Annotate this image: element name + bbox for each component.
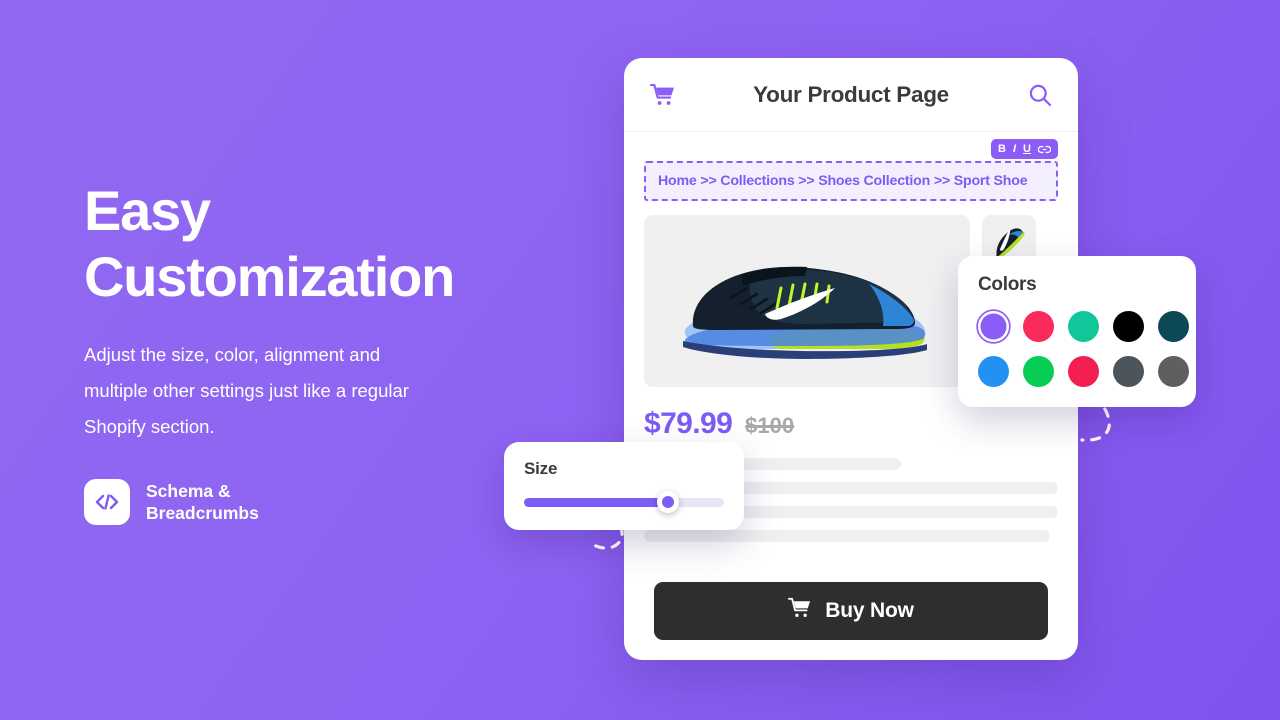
marketing-copy-panel: Easy Customization Adjust the size, colo… bbox=[84, 178, 554, 526]
bold-button[interactable]: B bbox=[998, 143, 1006, 155]
color-swatch-gray[interactable] bbox=[1158, 356, 1189, 387]
text-format-toolbar[interactable]: B I U bbox=[991, 139, 1058, 159]
shopping-cart-icon bbox=[788, 597, 812, 625]
color-swatch-row bbox=[978, 356, 1189, 387]
price-row: $79.99 $100 bbox=[644, 407, 1058, 441]
search-icon[interactable] bbox=[1028, 83, 1052, 107]
slider-knob[interactable] bbox=[657, 491, 679, 513]
headline-line-1: Easy bbox=[84, 179, 211, 242]
original-price: $100 bbox=[745, 413, 795, 438]
buy-now-button[interactable]: Buy Now bbox=[654, 582, 1048, 640]
italic-button[interactable]: I bbox=[1013, 143, 1016, 155]
headline-line-2: Customization bbox=[84, 245, 455, 309]
feature-badge-label: Schema & Breadcrumbs bbox=[146, 480, 259, 524]
color-swatch-dark-teal[interactable] bbox=[1158, 311, 1189, 342]
colors-panel-title: Colors bbox=[978, 274, 1037, 295]
link-icon[interactable] bbox=[1038, 145, 1051, 154]
underline-button[interactable]: U bbox=[1023, 143, 1031, 155]
feature-badge: Schema & Breadcrumbs bbox=[84, 479, 554, 526]
color-swatch-red-pink[interactable] bbox=[1068, 356, 1099, 387]
current-price: $79.99 bbox=[644, 407, 733, 440]
subheading-text: Adjust the size, color, alignment and mu… bbox=[84, 344, 409, 438]
code-icon bbox=[84, 479, 130, 526]
size-panel: Size bbox=[504, 442, 744, 530]
color-swatch-crimson[interactable] bbox=[1023, 311, 1054, 342]
color-swatch-black[interactable] bbox=[1113, 311, 1144, 342]
product-main-image[interactable] bbox=[644, 215, 970, 387]
page-title: Easy Customization bbox=[84, 178, 554, 310]
color-swatch-row bbox=[978, 311, 1189, 342]
placeholder-line bbox=[644, 530, 1050, 542]
buy-now-label: Buy Now bbox=[825, 599, 914, 622]
color-swatch-green[interactable] bbox=[1023, 356, 1054, 387]
color-swatch-blue[interactable] bbox=[978, 356, 1009, 387]
color-swatch-slate-gray[interactable] bbox=[1113, 356, 1144, 387]
color-swatch-purple[interactable] bbox=[980, 313, 1007, 340]
breadcrumb[interactable]: Home >> Collections >> Shoes Collection … bbox=[644, 161, 1058, 201]
slider-fill bbox=[524, 498, 668, 507]
shopping-cart-icon[interactable] bbox=[650, 83, 676, 107]
colors-panel: Colors bbox=[958, 256, 1196, 407]
color-swatch-teal-green[interactable] bbox=[1068, 311, 1099, 342]
size-panel-title: Size bbox=[524, 459, 558, 478]
product-page-title: Your Product Page bbox=[753, 81, 949, 107]
breadcrumb-editor: B I U Home >> Collections >> Shoes Colle… bbox=[644, 139, 1058, 201]
product-card-header: Your Product Page bbox=[624, 58, 1078, 132]
size-slider[interactable] bbox=[524, 491, 724, 513]
